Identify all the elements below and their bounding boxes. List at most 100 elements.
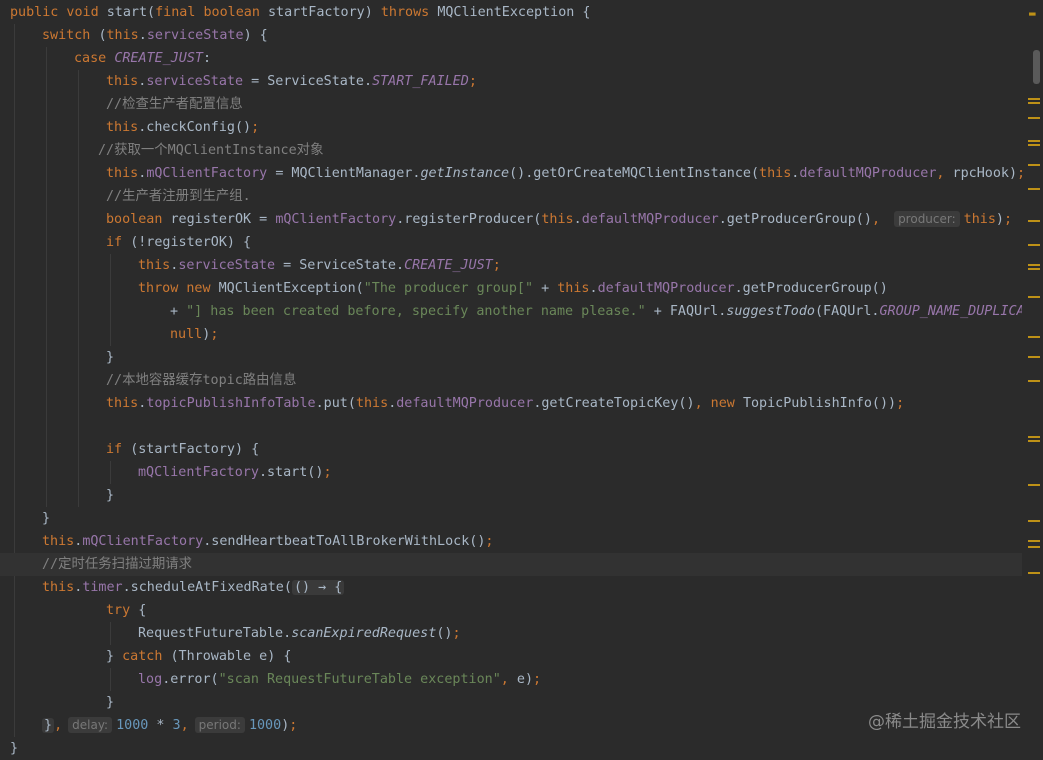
code-token: this bbox=[42, 580, 75, 595]
code-token: rpcHook) bbox=[952, 166, 1018, 181]
code-token: , new bbox=[694, 396, 743, 411]
code-token: defaultMQProducer bbox=[396, 396, 534, 411]
scrollbar-warning-marker[interactable] bbox=[1028, 244, 1040, 246]
code-token: . bbox=[589, 281, 598, 296]
code-token: null bbox=[170, 327, 203, 342]
code-token: ; bbox=[323, 465, 332, 480]
scrollbar-warning-marker[interactable] bbox=[1028, 572, 1040, 574]
code-token: , bbox=[871, 212, 889, 227]
scrollbar-warning-marker[interactable] bbox=[1028, 102, 1040, 104]
code-token: GROUP_NAME_DUPLICATE_URL bbox=[879, 304, 1022, 319]
code-token: this bbox=[541, 212, 574, 227]
code-line[interactable]: RequestFutureTable.scanExpiredRequest(); bbox=[0, 622, 1022, 645]
code-line[interactable]: this.serviceState = ServiceState.START_F… bbox=[0, 70, 1022, 93]
code-token: .registerProducer( bbox=[396, 212, 542, 227]
code-token: //生产者注册到生产组. bbox=[106, 189, 251, 204]
scrollbar-warning-marker[interactable] bbox=[1028, 546, 1040, 548]
code-line[interactable]: } bbox=[0, 484, 1022, 507]
scrollbar-warning-marker[interactable] bbox=[1028, 140, 1040, 142]
code-token: registerOK = bbox=[170, 212, 276, 227]
code-line[interactable]: public void start(final boolean startFac… bbox=[0, 1, 1022, 24]
code-line[interactable]: + "] has been created before, specify an… bbox=[0, 300, 1022, 323]
code-line[interactable]: null); bbox=[0, 323, 1022, 346]
code-token: //定时任务扫描过期请求 bbox=[42, 557, 193, 572]
code-token: this bbox=[355, 396, 389, 411]
code-token: start( bbox=[106, 5, 156, 20]
code-token: START_FAILED bbox=[372, 74, 469, 89]
scrollbar-thumb[interactable] bbox=[1033, 50, 1040, 84]
code-line[interactable]: } bbox=[0, 507, 1022, 530]
code-line[interactable]: } bbox=[0, 346, 1022, 369]
scrollbar-warning-marker[interactable] bbox=[1028, 436, 1040, 438]
code-line[interactable]: //获取一个MQClientInstance对象 bbox=[0, 139, 1022, 162]
code-line[interactable]: switch (this.serviceState) { bbox=[0, 24, 1022, 47]
code-token: CREATE_JUST bbox=[404, 258, 493, 273]
code-token: suggestTodo bbox=[726, 304, 815, 319]
code-line[interactable]: throw new MQClientException("The produce… bbox=[0, 277, 1022, 300]
code-token: this bbox=[106, 120, 139, 135]
code-line[interactable]: //检查生产者配置信息 bbox=[0, 93, 1022, 116]
scrollbar-warning-marker[interactable] bbox=[1028, 440, 1040, 442]
scrollbar-warning-marker[interactable] bbox=[1028, 164, 1040, 166]
code-token: "scan RequestFutureTable exception" bbox=[218, 672, 501, 687]
scrollbar-warning-marker[interactable] bbox=[1028, 188, 1040, 190]
scrollbar-warning-marker[interactable] bbox=[1028, 98, 1040, 100]
code-line[interactable]: this.timer.scheduleAtFixedRate(() → { bbox=[0, 576, 1022, 599]
code-token: = ServiceState. bbox=[251, 74, 373, 89]
code-line[interactable]: boolean registerOK = mQClientFactory.reg… bbox=[0, 208, 1022, 231]
code-token: , bbox=[54, 718, 63, 733]
scrollbar-warning-marker[interactable] bbox=[1028, 296, 1040, 298]
scrollbar-warning-marker[interactable] bbox=[1028, 144, 1040, 146]
scrollbar-warning-marker[interactable] bbox=[1028, 268, 1040, 270]
code-token: ) { bbox=[243, 28, 268, 43]
code-token: .getProducerGroup() bbox=[718, 212, 872, 227]
scrollbar-warning-marker[interactable] bbox=[1028, 336, 1040, 338]
code-token: ; bbox=[1003, 212, 1013, 227]
code-line[interactable]: if (startFactory) { bbox=[0, 438, 1022, 461]
code-token: this bbox=[557, 281, 590, 296]
scrollbar-warning-marker[interactable] bbox=[1028, 540, 1040, 542]
code-token: topicPublishInfoTable bbox=[146, 396, 316, 411]
code-line[interactable]: mQClientFactory.start(); bbox=[0, 461, 1022, 484]
code-line[interactable]: this.mQClientFactory.sendHeartbeatToAllB… bbox=[0, 530, 1022, 553]
scrollbar-warning-marker[interactable] bbox=[1028, 220, 1040, 222]
code-line[interactable]: try { bbox=[0, 599, 1022, 622]
warning-indicator-icon[interactable]: ▬ bbox=[1029, 8, 1036, 19]
code-token: ; bbox=[533, 672, 542, 687]
code-token: mQClientFactory bbox=[146, 166, 276, 181]
code-line[interactable]: } catch (Throwable e) { bbox=[0, 645, 1022, 668]
code-token: ; bbox=[896, 396, 905, 411]
scrollbar-warning-marker[interactable] bbox=[1028, 356, 1040, 358]
code-token: log bbox=[138, 672, 163, 687]
scrollbar-warning-marker[interactable] bbox=[1028, 117, 1040, 119]
code-token: this bbox=[759, 166, 792, 181]
code-line[interactable]: this.serviceState = ServiceState.CREATE_… bbox=[0, 254, 1022, 277]
code-line[interactable] bbox=[0, 415, 1022, 438]
code-line[interactable]: this.checkConfig(); bbox=[0, 116, 1022, 139]
code-line[interactable]: case CREATE_JUST: bbox=[0, 47, 1022, 70]
code-token: } bbox=[106, 350, 115, 365]
watermark: @稀土掘金技术社区 bbox=[868, 712, 1021, 732]
code-line[interactable]: log.error("scan RequestFutureTable excep… bbox=[0, 668, 1022, 691]
code-editor[interactable]: public void start(final boolean startFac… bbox=[0, 0, 1022, 756]
scrollbar-warning-marker[interactable] bbox=[1028, 520, 1040, 522]
code-line[interactable]: //本地容器缓存topic路由信息 bbox=[0, 369, 1022, 392]
code-token: ; bbox=[210, 327, 219, 342]
code-line[interactable]: if (!registerOK) { bbox=[0, 231, 1022, 254]
code-token: * bbox=[156, 718, 173, 733]
code-token: catch bbox=[122, 649, 171, 664]
code-line[interactable]: this.topicPublishInfoTable.put(this.defa… bbox=[0, 392, 1022, 415]
code-line[interactable]: //生产者注册到生产组. bbox=[0, 185, 1022, 208]
scrollbar-warning-marker[interactable] bbox=[1028, 264, 1040, 266]
scrollbar-warning-marker[interactable] bbox=[1028, 380, 1040, 382]
code-line[interactable]: } bbox=[0, 737, 1022, 760]
code-line-current[interactable]: //定时任务扫描过期请求 bbox=[0, 553, 1022, 576]
scrollbar-warning-marker[interactable] bbox=[1028, 484, 1040, 486]
code-token: mQClientFactory bbox=[138, 465, 259, 480]
code-token: .put( bbox=[315, 396, 356, 411]
editor-scrollbar[interactable]: ▬ bbox=[1022, 0, 1043, 754]
code-line[interactable]: this.mQClientFactory = MQClientManager.g… bbox=[0, 162, 1022, 185]
code-token: CREATE_JUST bbox=[114, 51, 203, 66]
code-token: ; bbox=[468, 74, 477, 89]
code-token: 3 bbox=[172, 718, 181, 733]
